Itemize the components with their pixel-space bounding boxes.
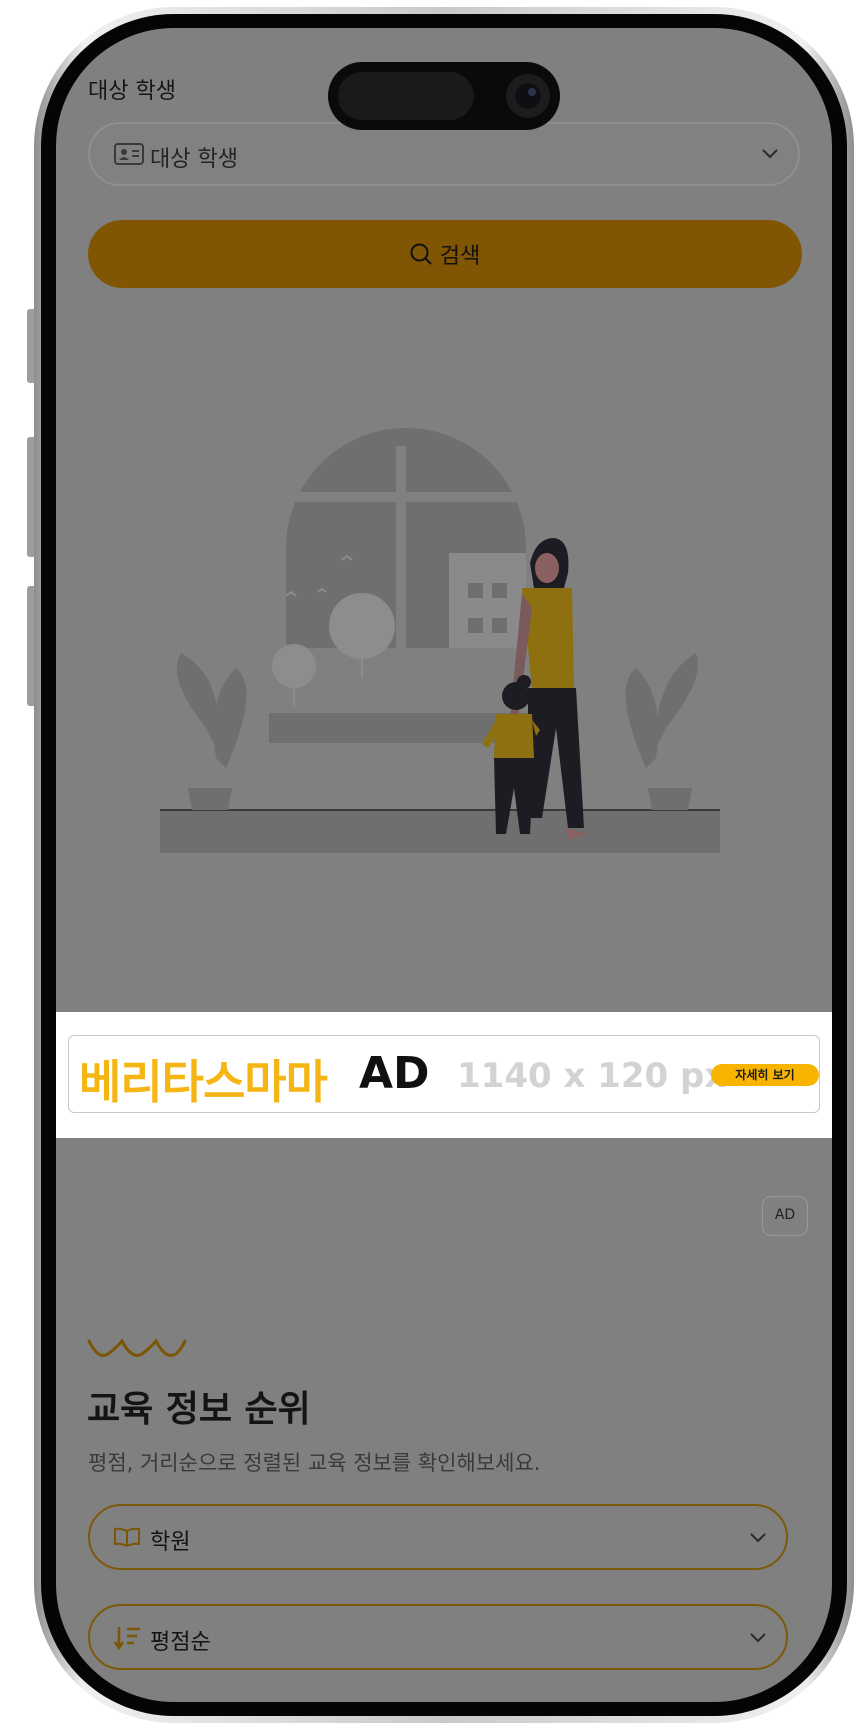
squiggle-icon <box>87 1338 187 1357</box>
ad-more-button[interactable]: 자세히 보기 <box>711 1064 819 1086</box>
phone-device: 대상 학생 대상 학생 검색 베리타스마마 AD 1140 x 120 px 자… <box>0 0 854 1725</box>
section-description: 평점, 거리순으로 정렬된 교육 정보를 확인해보세요. <box>88 1451 541 1475</box>
ad-badge[interactable]: AD <box>762 1196 808 1236</box>
ad-banner[interactable]: 베리타스마마 AD 1140 x 120 px 자세히 보기 <box>68 1035 820 1113</box>
book-icon <box>114 1527 140 1547</box>
chevron-down-icon <box>750 1533 766 1543</box>
empty-state-illustration <box>160 428 720 853</box>
ad-tag-text: AD <box>359 1048 430 1099</box>
ad-brand-text: 베리타스마마 <box>79 1055 328 1109</box>
category-select-value: 학원 <box>150 1530 191 1555</box>
app-screen: 대상 학생 대상 학생 검색 베리타스마마 AD 1140 x 120 px 자… <box>56 28 832 1702</box>
ad-size-text: 1140 x 120 px <box>457 1056 727 1096</box>
sort-select[interactable]: 평점순 <box>88 1604 788 1670</box>
sort-descending-icon <box>114 1627 140 1651</box>
ad-banner-strip: 베리타스마마 AD 1140 x 120 px 자세히 보기 <box>56 1012 832 1138</box>
section-title: 교육 정보 순위 <box>87 1389 311 1430</box>
chevron-down-icon <box>750 1633 766 1643</box>
category-select[interactable]: 학원 <box>88 1504 788 1570</box>
sort-select-value: 평점순 <box>150 1630 211 1655</box>
